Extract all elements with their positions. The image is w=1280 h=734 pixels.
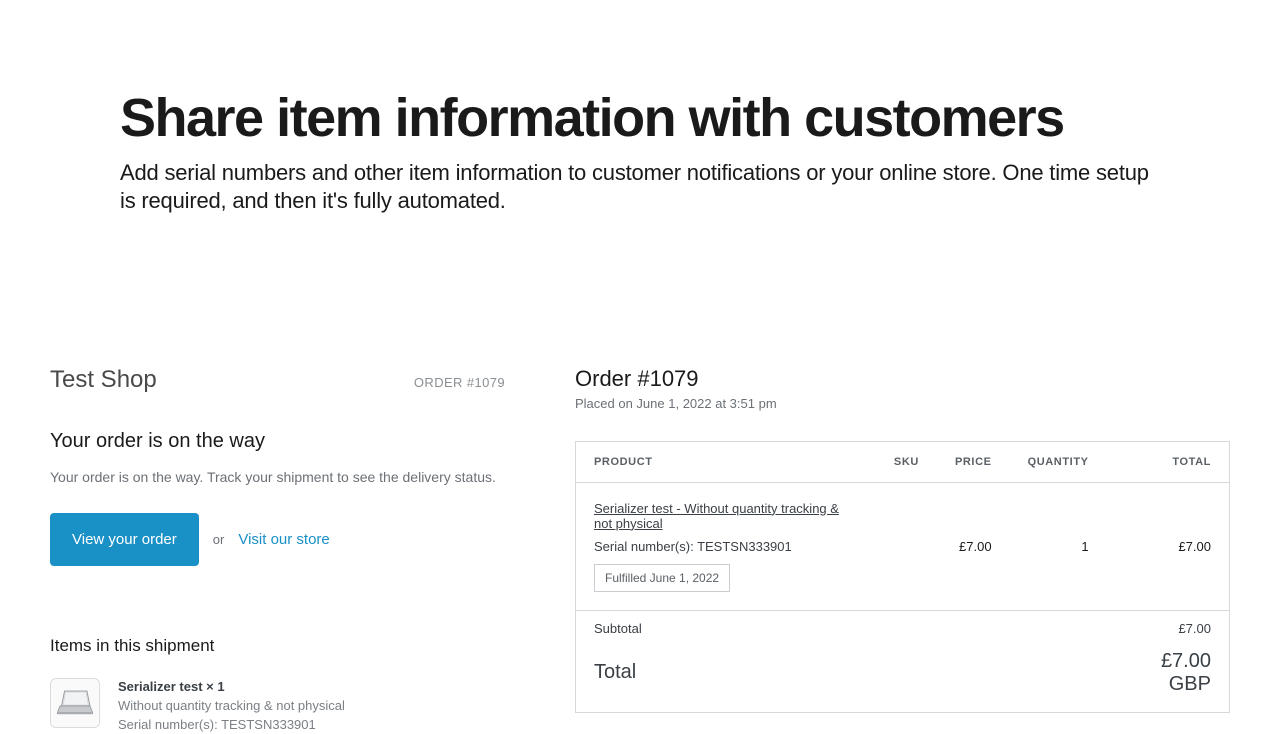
total-row: Total £7.00 GBP [576,646,1229,712]
item-serial: Serial number(s): TESTSN333901 [118,716,345,734]
view-order-button[interactable]: View your order [50,513,199,566]
fulfilled-badge: Fulfilled June 1, 2022 [594,564,730,592]
cell-qty: 1 [1010,483,1107,611]
total-value: £7.00 GBP [1107,646,1229,712]
col-quantity: QUANTITY [1010,442,1107,483]
order-id-label: ORDER #1079 [414,375,505,390]
invoice-placed-date: Placed on June 1, 2022 at 3:51 pm [575,396,1230,411]
cell-sku [876,483,937,611]
product-serial: Serial number(s): TESTSN333901 [594,539,858,554]
subtotal-label: Subtotal [576,611,1107,646]
col-sku: SKU [876,442,937,483]
cell-price: £7.00 [937,483,1010,611]
col-product: PRODUCT [576,442,876,483]
col-price: PRICE [937,442,1010,483]
col-total: TOTAL [1107,442,1229,483]
page-headline: Share item information with customers [120,90,1160,147]
laptop-icon [57,689,93,717]
page-subheading: Add serial numbers and other item inform… [120,159,1160,216]
shipment-status-desc: Your order is on the way. Track your shi… [50,469,505,485]
subtotal-row: Subtotal £7.00 [576,611,1229,646]
product-thumbnail [50,678,100,728]
product-name[interactable]: Serializer test - Without quantity track… [594,501,858,531]
shipment-item: Serializer test × 1 Without quantity tra… [50,678,505,734]
subtotal-value: £7.00 [1107,611,1229,646]
items-heading: Items in this shipment [50,636,505,656]
visit-store-link[interactable]: Visit our store [238,531,329,548]
table-row: Serializer test - Without quantity track… [576,483,1229,611]
email-preview: Test Shop ORDER #1079 Your order is on t… [50,366,505,734]
cta-or-text: or [213,532,225,547]
invoice-table: PRODUCT SKU PRICE QUANTITY TOTAL Seriali… [575,441,1230,713]
invoice-title: Order #1079 [575,366,1230,392]
shipment-status-title: Your order is on the way [50,430,505,453]
item-title: Serializer test × 1 [118,678,345,697]
shop-name: Test Shop [50,366,157,394]
cell-total: £7.00 [1107,483,1229,611]
item-variant: Without quantity tracking & not physical [118,697,345,716]
invoice-preview: Order #1079 Placed on June 1, 2022 at 3:… [575,366,1230,713]
total-label: Total [576,646,1107,712]
